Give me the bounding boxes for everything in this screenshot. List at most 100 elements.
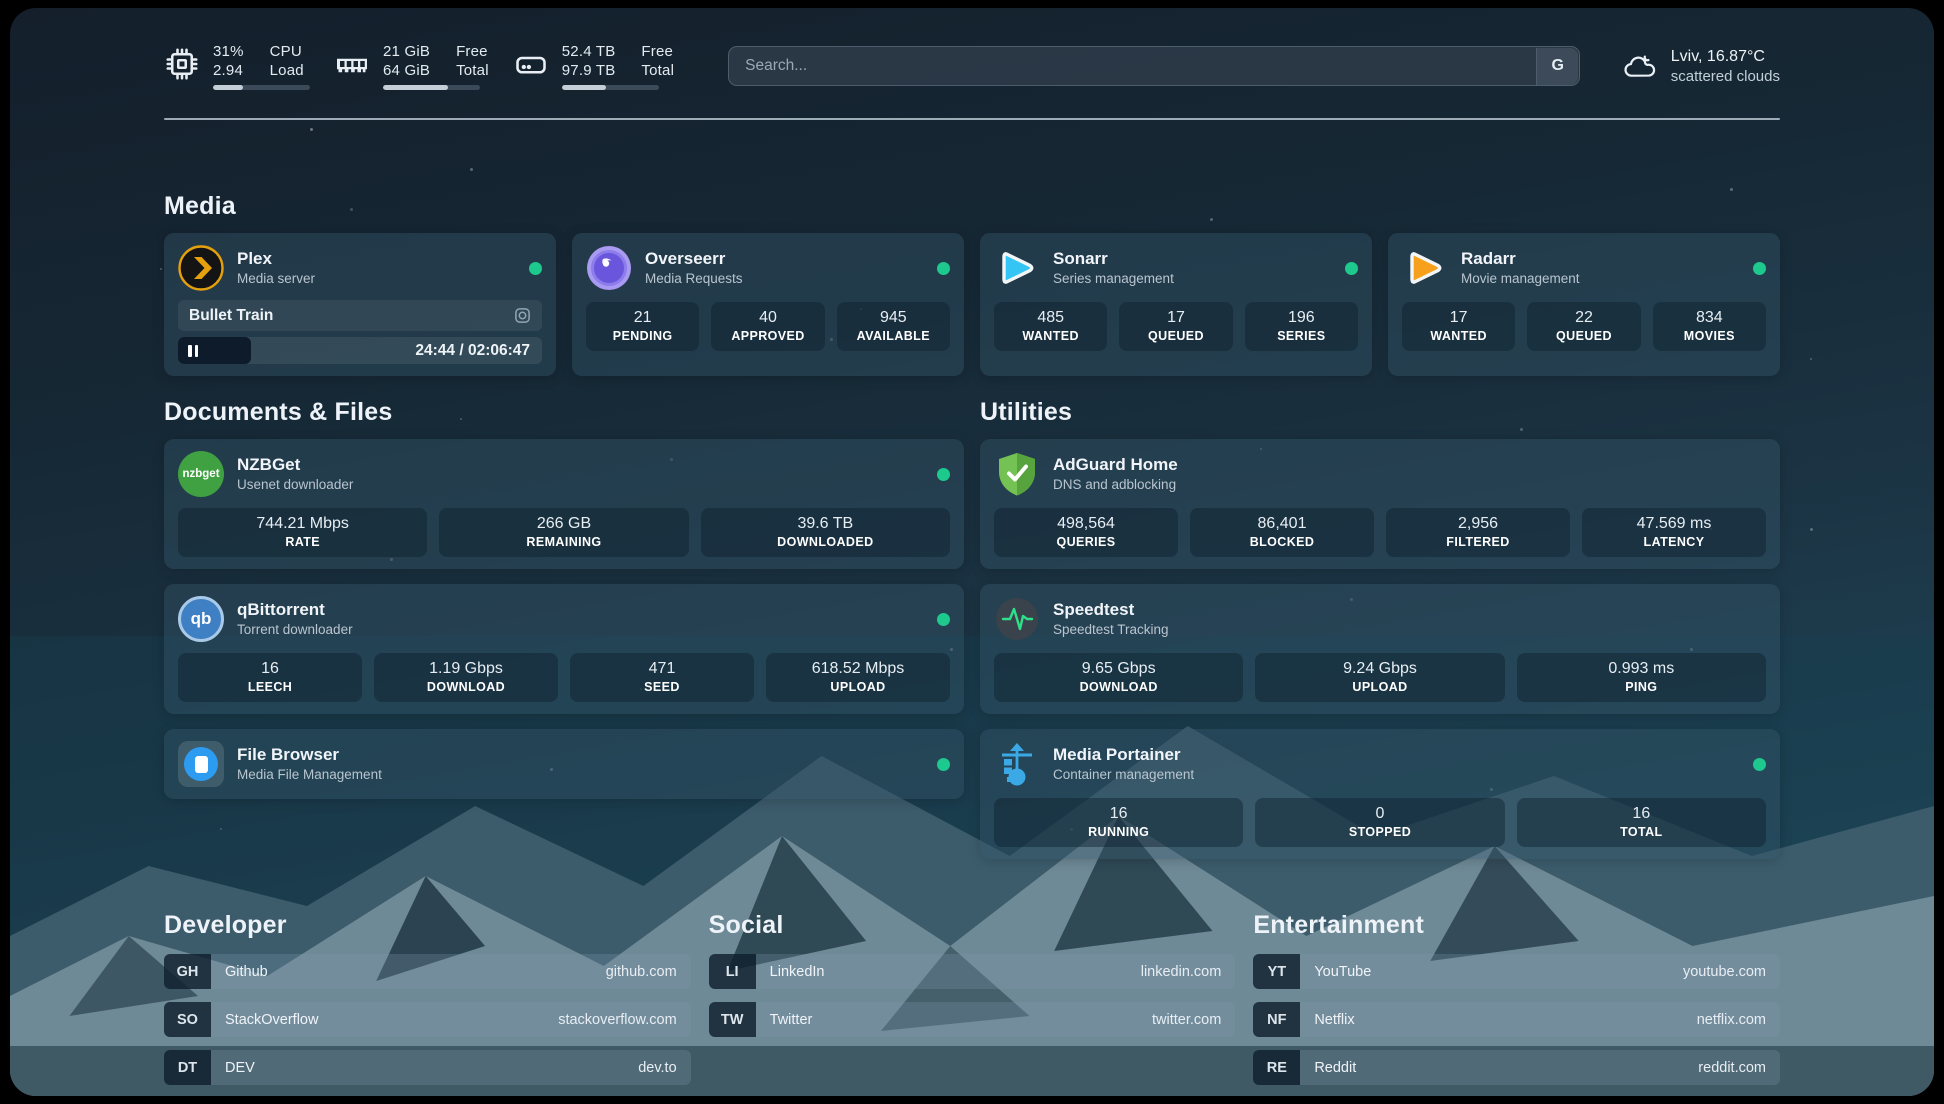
radarr-icon <box>1402 245 1448 291</box>
app-name: Speedtest <box>1053 599 1766 621</box>
link-github[interactable]: GH Github github.com <box>164 954 691 989</box>
link-name: StackOverflow <box>225 1012 318 1028</box>
link-stackoverflow[interactable]: SO StackOverflow stackoverflow.com <box>164 1002 691 1037</box>
stat-value: 834 <box>1657 308 1762 328</box>
search-input[interactable] <box>728 46 1580 86</box>
pause-icon <box>188 345 198 357</box>
app-name: Radarr <box>1461 248 1740 270</box>
stat-tile: 498,564 QUERIES <box>994 508 1178 557</box>
link-tag: RE <box>1253 1050 1300 1085</box>
link-name: LinkedIn <box>770 964 825 980</box>
search-bar: G <box>728 46 1580 86</box>
session-screenshot-icon[interactable] <box>514 307 531 324</box>
link-name: YouTube <box>1314 964 1371 980</box>
stat-tile: 16 TOTAL <box>1517 798 1766 847</box>
section-title-developer: Developer <box>164 911 691 940</box>
stat-tile: 17 QUEUED <box>1119 302 1232 351</box>
disk-stat-group: 52.4 TB 97.9 TB Free Total <box>513 42 674 90</box>
memory-usage-bar <box>383 85 480 90</box>
link-netflix[interactable]: NF Netflix netflix.com <box>1253 1002 1780 1037</box>
card-radarr[interactable]: Radarr Movie management 17 WANTED 22 QUE… <box>1388 233 1780 376</box>
link-url: twitter.com <box>1152 1012 1221 1028</box>
cpu-icon <box>164 46 200 82</box>
entertainment-column: Entertainment YT YouTube youtube.com NF <box>1253 911 1780 1085</box>
utilities-column: Utilities AdGuard Hom <box>980 398 1780 859</box>
stat-tile: 0.993 ms PING <box>1517 653 1766 702</box>
stat-tile: 1.19 Gbps DOWNLOAD <box>374 653 558 702</box>
plex-icon <box>178 245 224 291</box>
card-overseerr[interactable]: Overseerr Media Requests 21 PENDING 40 A… <box>572 233 964 376</box>
stat-label: WANTED <box>998 328 1103 345</box>
card-speedtest[interactable]: Speedtest Speedtest Tracking 9.65 Gbps D… <box>980 584 1780 714</box>
card-nzbget[interactable]: nzbget NZBGet Usenet downloader <box>164 439 964 569</box>
stat-tile: 834 MOVIES <box>1653 302 1766 351</box>
stat-tile: 2,956 FILTERED <box>1386 508 1570 557</box>
link-url: stackoverflow.com <box>558 1012 676 1028</box>
stat-label: WANTED <box>1406 328 1511 345</box>
stat-label: DOWNLOAD <box>998 679 1239 696</box>
documents-column: Documents & Files nzbget NZBGet Usenet d… <box>164 398 964 859</box>
stat-label: DOWNLOAD <box>378 679 554 696</box>
card-qbittorrent[interactable]: qb qBittorrent Torrent downloader <box>164 584 964 714</box>
stat-label: LEECH <box>182 679 358 696</box>
link-tag: YT <box>1253 954 1300 989</box>
playback-progress-bar: 24:44 / 02:06:47 <box>178 337 542 364</box>
status-online-dot <box>937 468 950 481</box>
filebrowser-icon <box>178 741 224 787</box>
link-youtube[interactable]: YT YouTube youtube.com <box>1253 954 1780 989</box>
stat-value: 471 <box>574 659 750 679</box>
link-name: Github <box>225 964 268 980</box>
card-plex[interactable]: Plex Media server Bullet Train <box>164 233 556 376</box>
card-portainer[interactable]: Media Portainer Container management 16 … <box>980 729 1780 859</box>
section-title-documents: Documents & Files <box>164 398 964 427</box>
cpu-stat-group: 31% 2.94 CPU Load <box>164 42 310 90</box>
stat-value: 498,564 <box>998 514 1174 534</box>
link-dev[interactable]: DT DEV dev.to <box>164 1050 691 1085</box>
status-online-dot <box>1345 262 1358 275</box>
link-url: youtube.com <box>1683 964 1766 980</box>
app-desc: Torrent downloader <box>237 621 924 639</box>
stat-tile: 266 GB REMAINING <box>439 508 688 557</box>
stat-tile: 485 WANTED <box>994 302 1107 351</box>
stat-value: 0 <box>1259 804 1500 824</box>
stat-value: 945 <box>841 308 946 328</box>
stat-value: 266 GB <box>443 514 684 534</box>
snow-flakes-small <box>160 268 162 270</box>
link-reddit[interactable]: RE Reddit reddit.com <box>1253 1050 1780 1085</box>
stat-tile: 618.52 Mbps UPLOAD <box>766 653 950 702</box>
app-name: AdGuard Home <box>1053 454 1766 476</box>
app-desc: DNS and adblocking <box>1053 476 1766 494</box>
card-adguard[interactable]: AdGuard Home DNS and adblocking 498,564 … <box>980 439 1780 569</box>
nzbget-icon: nzbget <box>178 451 224 497</box>
stat-label: STOPPED <box>1259 824 1500 841</box>
memory-free-label: Free <box>456 42 489 61</box>
section-title-media: Media <box>164 192 1780 221</box>
stat-value: 0.993 ms <box>1521 659 1762 679</box>
cpu-load-label: Load <box>270 61 304 80</box>
card-filebrowser[interactable]: File Browser Media File Management <box>164 729 964 799</box>
app-desc: Speedtest Tracking <box>1053 621 1766 639</box>
stat-label: SERIES <box>1249 328 1354 345</box>
stat-label: REMAINING <box>443 534 684 551</box>
card-sonarr[interactable]: Sonarr Series management 485 WANTED 17 Q… <box>980 233 1372 376</box>
app-name: Sonarr <box>1053 248 1332 270</box>
stat-value: 17 <box>1123 308 1228 328</box>
disk-icon <box>513 46 549 82</box>
app-desc: Series management <box>1053 270 1332 288</box>
stat-value: 744.21 Mbps <box>182 514 423 534</box>
stat-value: 9.24 Gbps <box>1259 659 1500 679</box>
link-linkedin[interactable]: LI LinkedIn linkedin.com <box>709 954 1236 989</box>
stat-value: 16 <box>998 804 1239 824</box>
stat-value: 16 <box>182 659 358 679</box>
stat-label: FILTERED <box>1390 534 1566 551</box>
stat-value: 22 <box>1531 308 1636 328</box>
link-tag: GH <box>164 954 211 989</box>
link-twitter[interactable]: TW Twitter twitter.com <box>709 1002 1236 1037</box>
status-online-dot <box>937 613 950 626</box>
link-tag: SO <box>164 1002 211 1037</box>
weather-condition: scattered clouds <box>1671 67 1780 87</box>
memory-stat-group: 21 GiB 64 GiB Free Total <box>334 42 489 90</box>
stat-value: 485 <box>998 308 1103 328</box>
adguard-icon <box>994 451 1040 497</box>
search-engine-button[interactable]: G <box>1536 48 1578 85</box>
